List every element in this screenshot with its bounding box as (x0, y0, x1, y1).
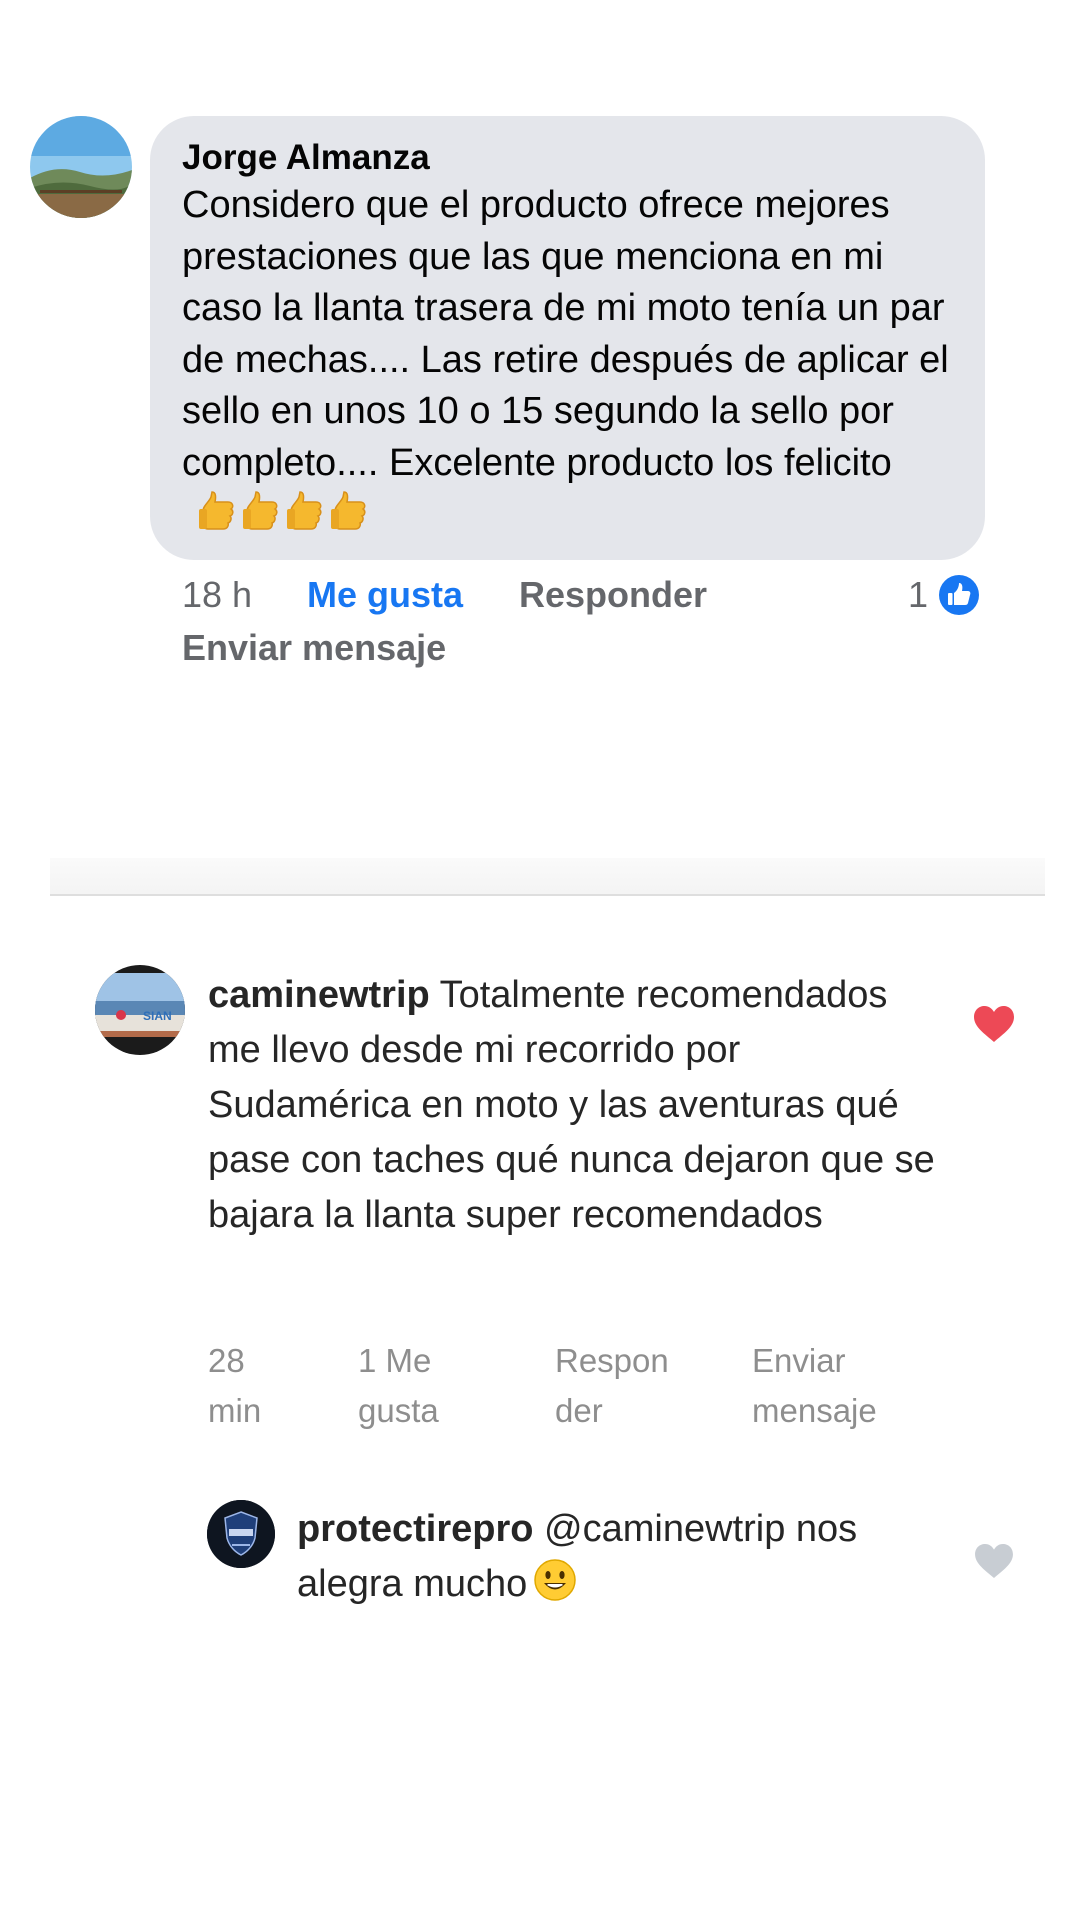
reply-button[interactable]: Respon der (555, 1336, 725, 1436)
send-message-button[interactable]: Enviar mensaje (752, 1336, 932, 1436)
comment-text: caminewtrip Totalmente recomendados me l… (208, 968, 948, 1243)
reply-username[interactable]: protectirepro (297, 1508, 533, 1550)
reply-button[interactable]: Responder (519, 574, 707, 616)
like-heart-button[interactable] (973, 1005, 1015, 1048)
comment-username[interactable]: caminewtrip (208, 974, 430, 1016)
send-message-button[interactable]: Enviar mensaje (182, 627, 446, 669)
beach-avatar-image: SIAN (95, 965, 185, 1055)
likes-line-1: 1 Me (358, 1342, 432, 1379)
comment-text: Considero que el producto ofrece mejores… (182, 180, 955, 546)
thumbs-up-icon (199, 491, 234, 530)
thumbs-up-icon (287, 491, 322, 530)
commenter-avatar[interactable]: SIAN (95, 965, 185, 1055)
send-line-1: Enviar (752, 1342, 846, 1379)
reply-avatar[interactable] (207, 1500, 275, 1568)
like-button[interactable]: Me gusta (307, 574, 519, 616)
like-reaction-icon (939, 575, 980, 615)
reply-line-1: Respon (555, 1342, 669, 1379)
reaction-count[interactable]: 1 (908, 572, 980, 618)
comment-body: Considero que el producto ofrece mejores… (182, 184, 949, 484)
thumbs-up-icon (243, 491, 278, 530)
thumbs-up-icon (331, 491, 366, 530)
timestamp-line-2: min (208, 1392, 262, 1429)
svg-text:SIAN: SIAN (143, 1009, 172, 1023)
timestamp-line-1: 28 (208, 1342, 245, 1379)
brand-logo-avatar-image (207, 1500, 275, 1568)
heart-outline-icon (975, 1543, 1013, 1579)
comment-actions: 18 h Me gusta Responder (182, 572, 707, 618)
send-line-2: mensaje (752, 1392, 877, 1429)
thumbs-up-emoji-group (198, 489, 374, 546)
likes-line-2: gusta (358, 1392, 439, 1429)
comment-bubble: Jorge Almanza Considero que el producto … (150, 116, 985, 560)
comment-timestamp: 18 h (182, 574, 253, 615)
commenter-avatar[interactable] (30, 116, 132, 218)
reply-line-2: der (555, 1392, 603, 1429)
reply-text: protectirepro @caminewtrip nos alegra mu… (297, 1502, 967, 1618)
likes-count-button[interactable]: 1 Me gusta (358, 1336, 528, 1436)
like-count: 1 (908, 574, 929, 615)
smiling-face-icon (533, 1558, 577, 1618)
comment-author[interactable]: Jorge Almanza (182, 136, 955, 180)
heart-filled-icon (974, 1006, 1014, 1042)
landscape-avatar-image (30, 116, 132, 218)
comment-timestamp: 28 min (208, 1336, 328, 1436)
section-divider (50, 858, 1045, 896)
like-heart-button[interactable] (974, 1543, 1014, 1584)
